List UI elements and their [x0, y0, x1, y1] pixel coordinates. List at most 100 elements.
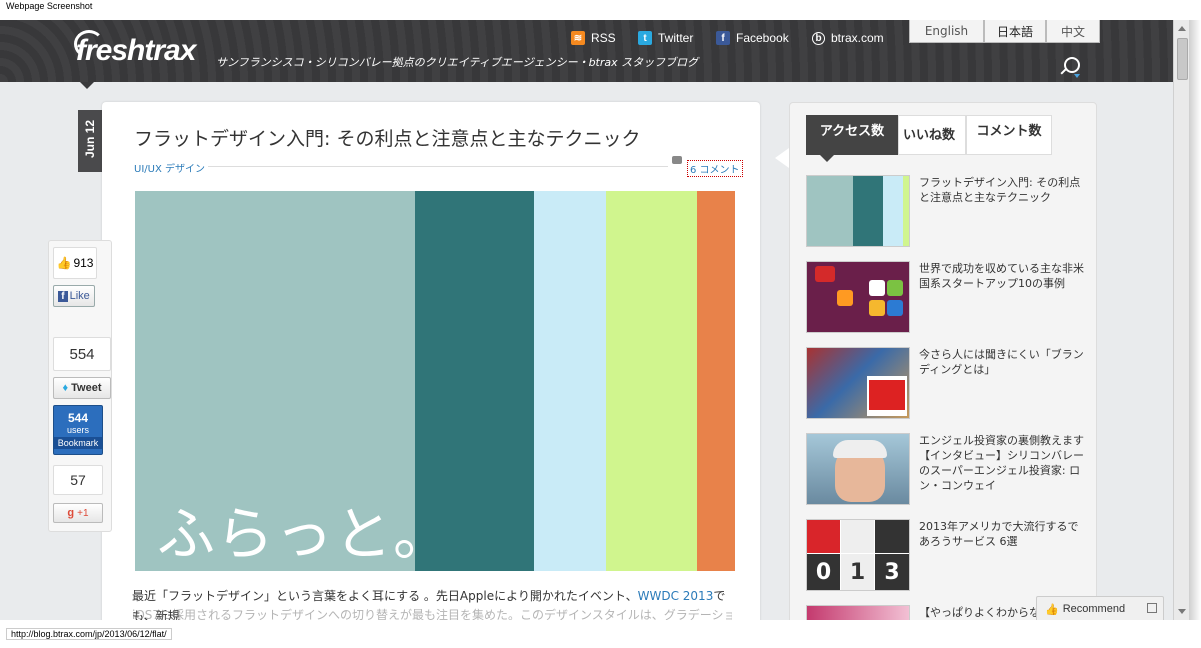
comment-count-link[interactable]: 6 コメント: [687, 160, 743, 177]
nav-rss[interactable]: ≋ RSS: [571, 31, 616, 45]
hero-band: [534, 191, 606, 571]
gplus-count: 57: [53, 465, 103, 495]
status-url: http://blog.btrax.com/jp/2013/06/12/flat…: [6, 628, 172, 640]
hero-image: ふらっと。: [135, 191, 735, 571]
site-header: freshtrax サンフランシスコ・シリコンバレー拠点のクリエイティブエージェ…: [0, 20, 1173, 82]
header-notch: [80, 82, 94, 89]
language-switcher: English 日本語 中文: [909, 20, 1100, 43]
site-tagline: サンフランシスコ・シリコンバレー拠点のクリエイティブエージェンシー・btrax …: [216, 56, 699, 69]
article-category[interactable]: UI/UX デザイン: [134, 160, 205, 175]
item-title[interactable]: 2013年アメリカで大流行するであろうサービス 6選: [919, 519, 1084, 549]
body-text: 最近「フラットデザイン」という言葉をよく耳にする 。先日Appleにより開かれた…: [132, 589, 638, 603]
item-title[interactable]: フラットデザイン入門: その利点と注意点と主なテクニック: [919, 175, 1084, 205]
popular-posts-sidebar: アクセス数 いいね数 コメント数 フラットデザイン入門: その利点と注意点と主な…: [789, 102, 1097, 620]
search-icon[interactable]: [1064, 57, 1080, 73]
comment-icon: [672, 153, 686, 164]
site-logo[interactable]: freshtrax: [76, 34, 196, 68]
thumb-digit: 1: [841, 554, 874, 590]
app-icon: [815, 266, 835, 282]
popular-item[interactable]: 0 1 3 2013年アメリカで大流行するであろうサービス 6選: [806, 519, 1086, 591]
thumb-block: [875, 520, 909, 553]
nav-facebook[interactable]: f Facebook: [716, 31, 789, 45]
popular-item[interactable]: 世界で成功を収めている主な非米国系スタートアップ10の事例: [806, 261, 1086, 333]
popular-item[interactable]: エンジェル投資家の裏側教えます【インタビュー】シリコンバレーのスーパーエンジェル…: [806, 433, 1086, 505]
item-title[interactable]: エンジェル投資家の裏側教えます【インタビュー】シリコンバレーのスーパーエンジェル…: [919, 433, 1084, 493]
nav-twitter-label: Twitter: [658, 31, 694, 45]
scroll-down-icon[interactable]: [1178, 609, 1186, 614]
nav-rss-label: RSS: [591, 31, 616, 45]
scroll-thumb[interactable]: [1177, 38, 1188, 80]
search-caret-icon: [1074, 74, 1080, 78]
item-title[interactable]: 世界で成功を収めている主な非米国系スタートアップ10の事例: [919, 261, 1084, 291]
hero-band: [606, 191, 697, 571]
article-card: フラットデザイン入門: その利点と注意点と主なテクニック UI/UX デザイン …: [102, 102, 760, 620]
portrait-hair: [833, 440, 887, 458]
app-icon: [887, 280, 903, 296]
article-body-line2: iOS7に採用されるフラットデザインへの切り替えが最も注目を集めた。このデザイン…: [132, 608, 732, 620]
vertical-scrollbar[interactable]: [1173, 20, 1190, 620]
like-label: Like: [69, 290, 90, 302]
hatena-count: 544: [67, 410, 89, 425]
wwdc-link[interactable]: WWDC 2013: [638, 589, 714, 603]
lang-english[interactable]: English: [909, 20, 984, 43]
tab-comments[interactable]: コメント数: [966, 115, 1052, 155]
tab-caret-icon: [820, 155, 834, 162]
rss-icon: ≋: [571, 31, 585, 45]
facebook-like-button[interactable]: f Like: [53, 285, 95, 307]
popular-item[interactable]: フラットデザイン入門: その利点と注意点と主なテクニック: [806, 175, 1086, 247]
thumb-swatch: [853, 176, 883, 246]
hatena-label: Bookmark: [54, 436, 102, 449]
item-thumbnail: [806, 605, 910, 620]
popular-item[interactable]: 今さら人には聞きにくい「ブランディングとは」: [806, 347, 1086, 419]
hatena-bookmark-button[interactable]: 544 users Bookmark: [53, 405, 103, 455]
gplus-label: +1: [77, 507, 89, 519]
article-title[interactable]: フラットデザイン入門: その利点と注意点と主なテクニック: [134, 124, 640, 151]
nav-twitter[interactable]: t Twitter: [638, 31, 693, 45]
tweet-label: Tweet: [71, 382, 102, 394]
hero-band: [697, 191, 735, 571]
thumbs-up-icon: 👍: [1045, 603, 1059, 616]
tweet-button[interactable]: ♦ Tweet: [53, 377, 111, 399]
recommend-label: Recommend: [1062, 603, 1126, 615]
article-divider: [208, 166, 668, 167]
lang-chinese[interactable]: 中文: [1046, 20, 1100, 43]
popular-tabs: アクセス数 いいね数 コメント数: [806, 115, 1052, 155]
like-count-box: 👍 913: [53, 247, 97, 279]
hero-text: ふらっと。: [157, 500, 453, 568]
thumb-swatch: [903, 176, 909, 246]
status-bar: http://blog.btrax.com/jp/2013/06/12/flat…: [0, 620, 1201, 648]
thumbs-up-icon: 👍: [56, 256, 72, 270]
hatena-users: users: [66, 424, 89, 435]
item-thumbnail: [806, 175, 910, 247]
thumb-swatch: [807, 176, 853, 246]
nav-facebook-label: Facebook: [736, 31, 789, 45]
post-date-tab: Jun 12: [78, 110, 102, 172]
close-icon[interactable]: [1147, 603, 1157, 613]
facebook-icon: f: [716, 31, 730, 45]
post-date: Jun 12: [83, 120, 97, 159]
lang-japanese[interactable]: 日本語: [984, 20, 1046, 43]
tab-likes[interactable]: いいね数: [898, 115, 966, 155]
like-count: 913: [73, 256, 94, 270]
thumb-digit: 3: [875, 554, 909, 590]
app-icon: [869, 280, 885, 296]
item-title[interactable]: 今さら人には聞きにくい「ブランディングとは」: [919, 347, 1084, 377]
twitter-icon: ♦: [62, 382, 69, 394]
nav-btrax-label: btrax.com: [831, 31, 884, 45]
thumb-sign: [869, 380, 905, 410]
twitter-icon: t: [638, 31, 652, 45]
item-thumbnail: 0 1 3: [806, 519, 910, 591]
scroll-up-icon[interactable]: [1178, 26, 1186, 31]
thumb-block: [841, 520, 874, 553]
btrax-icon: b: [812, 31, 825, 45]
tweet-count: 554: [53, 337, 111, 371]
nav-btrax[interactable]: b btrax.com: [812, 31, 884, 45]
tab-access[interactable]: アクセス数: [806, 115, 898, 155]
item-thumbnail: [806, 433, 910, 505]
recommend-widget[interactable]: 👍 Recommend: [1036, 596, 1164, 620]
window-title: Webpage Screenshot: [0, 0, 1201, 20]
share-bar: 👍 913 f Like 554 ♦ Tweet 544 users Bookmark…: [48, 240, 112, 532]
gplus-button[interactable]: g +1: [53, 503, 103, 523]
app-icon: [869, 300, 885, 316]
app-icon: [887, 300, 903, 316]
